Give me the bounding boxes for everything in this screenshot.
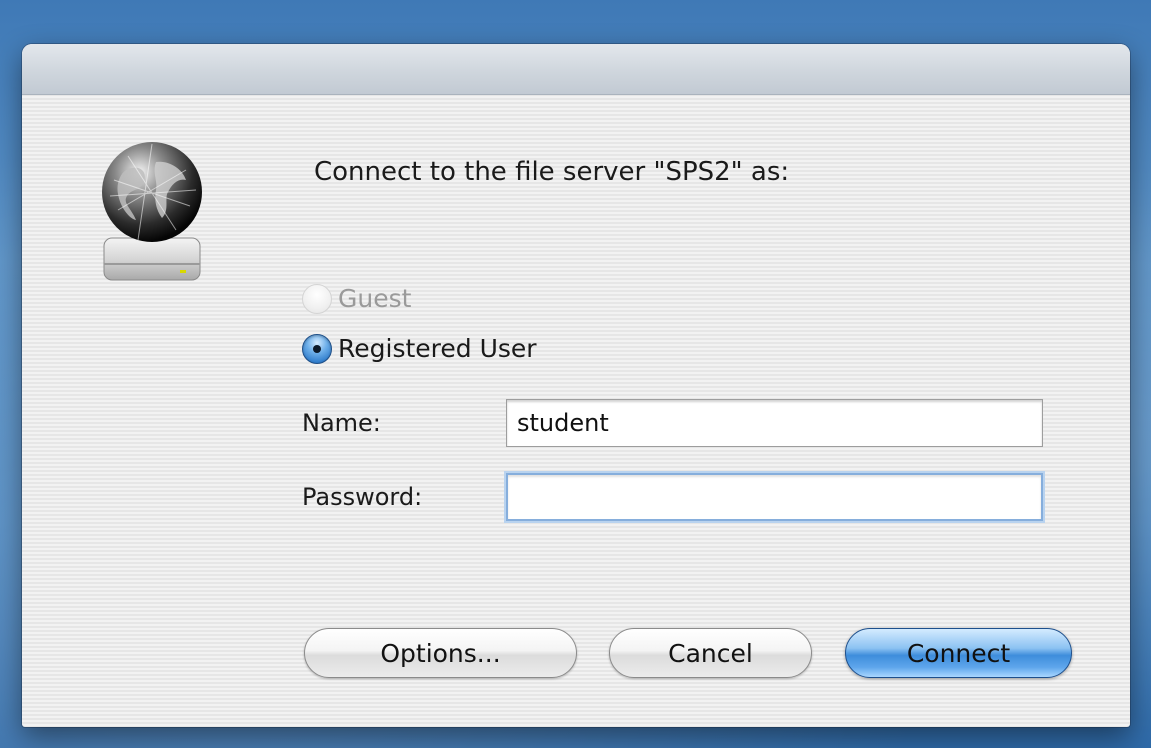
- radio-registered-user[interactable]: Registered User: [302, 329, 537, 369]
- connect-dialog: Connect to the file server "SPS2" as: Gu…: [22, 44, 1130, 727]
- radio-button-registered-user[interactable]: [302, 334, 332, 364]
- radio-button-guest[interactable]: [302, 284, 332, 314]
- password-label: Password:: [302, 483, 423, 511]
- dialog-prompt: Connect to the file server "SPS2" as:: [314, 157, 790, 187]
- radio-guest-label: Guest: [338, 284, 412, 313]
- connect-button[interactable]: Connect: [845, 628, 1072, 678]
- name-label: Name:: [302, 409, 381, 437]
- radio-registered-user-label: Registered User: [338, 334, 537, 363]
- dialog-titlebar: [22, 44, 1130, 95]
- password-field[interactable]: [506, 473, 1043, 521]
- radio-guest[interactable]: Guest: [302, 279, 411, 319]
- options-button[interactable]: Options...: [304, 628, 577, 678]
- name-field[interactable]: [506, 399, 1043, 447]
- cancel-button[interactable]: Cancel: [609, 628, 812, 678]
- network-server-globe-icon: [98, 140, 206, 290]
